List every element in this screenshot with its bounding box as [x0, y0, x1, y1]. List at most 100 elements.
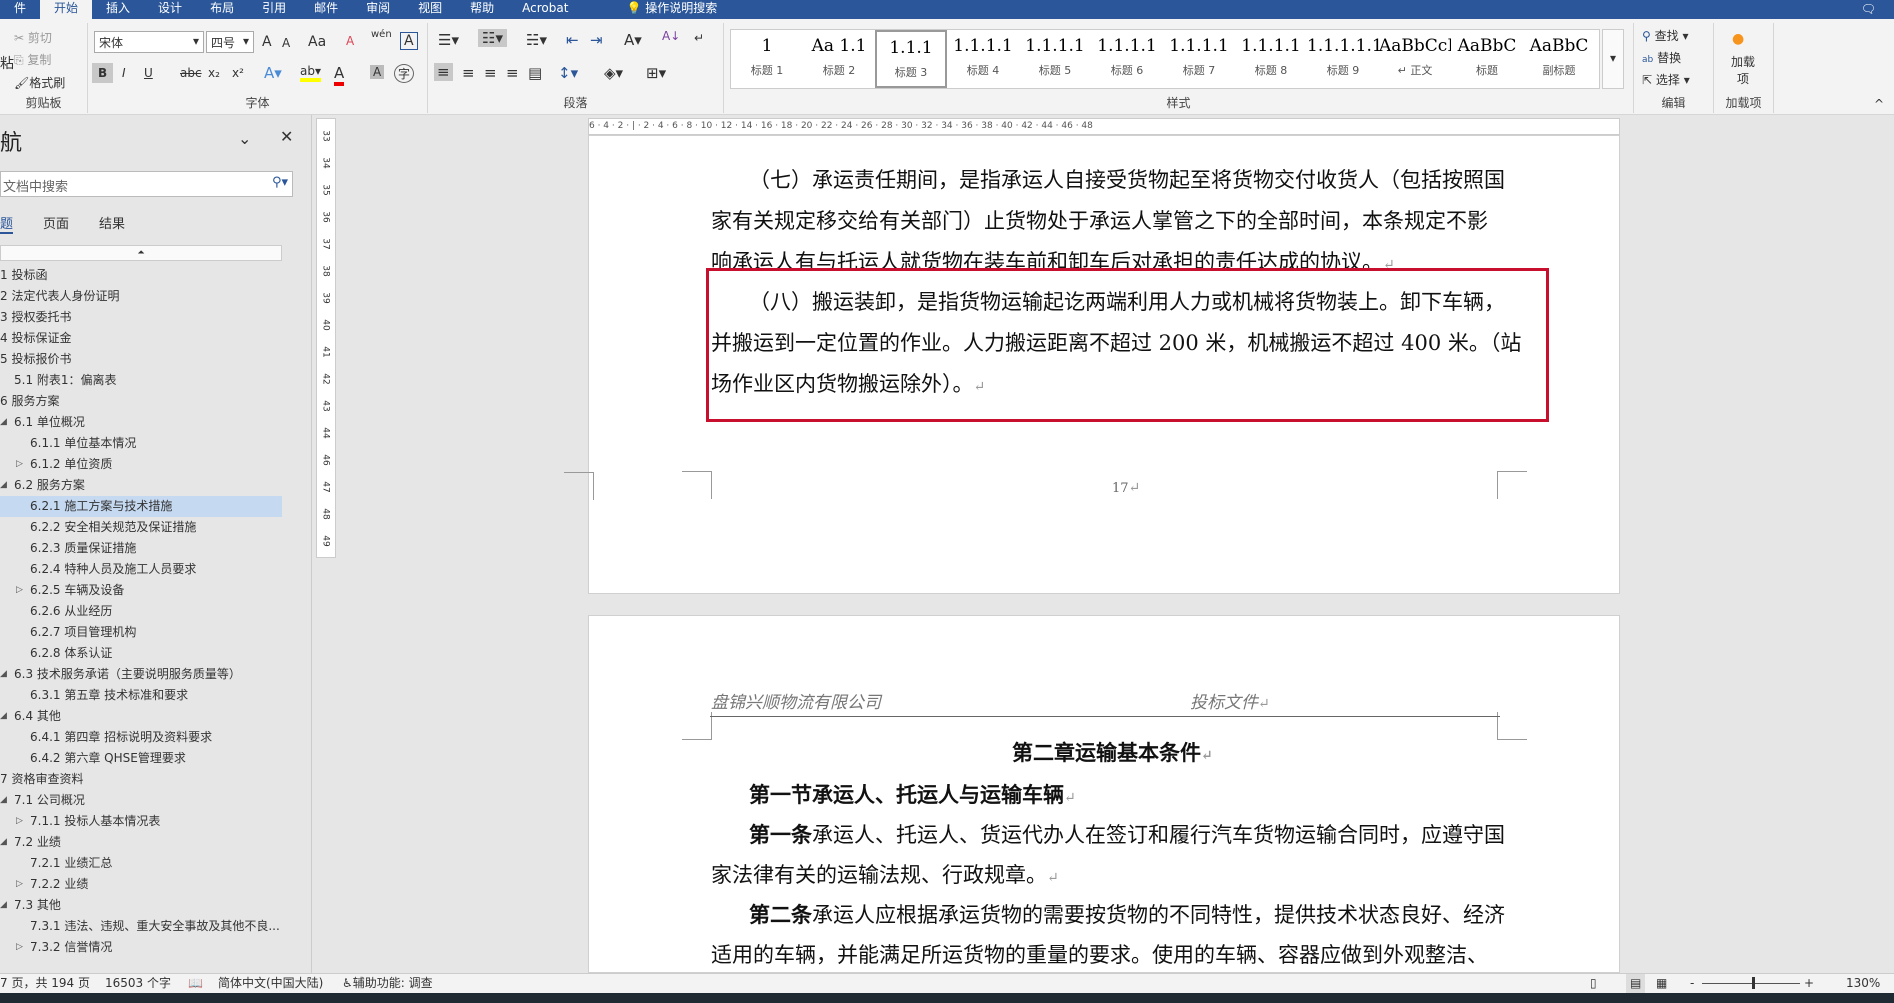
char-border-button[interactable]: A — [400, 32, 418, 50]
font-color-icon[interactable]: A — [334, 64, 345, 86]
expanded-triangle-icon[interactable]: ◢ — [0, 832, 7, 853]
underline-button[interactable]: U — [144, 66, 153, 80]
tab-headings[interactable]: 题 — [0, 213, 14, 234]
change-case-button[interactable]: Aa — [308, 34, 326, 50]
tab-4[interactable]: 布局 — [196, 0, 248, 19]
nav-heading-item[interactable]: 3 授权委托书 — [0, 307, 282, 328]
shading-icon[interactable]: ◈▾ — [604, 64, 623, 82]
cut-button[interactable]: ✂ 剪切 — [14, 29, 52, 46]
nav-heading-item[interactable]: 6.2.3 质量保证措施 — [0, 538, 282, 559]
nav-heading-item[interactable]: 7 资格审查资料 — [0, 769, 282, 790]
tab-5[interactable]: 引用 — [248, 0, 300, 19]
search-icon[interactable]: ⚲▾ — [272, 175, 288, 190]
collapsed-triangle-icon[interactable]: ▷ — [16, 811, 23, 832]
clear-format-icon[interactable]: A — [346, 34, 354, 48]
tell-me-search[interactable]: 💡 操作说明搜索 — [612, 0, 731, 19]
addins-button[interactable]: 加载项 — [1726, 53, 1760, 87]
nav-heading-item[interactable]: 6.2.1 施工方案与技术措施 — [0, 496, 282, 517]
nav-heading-item[interactable]: 7.2.1 业绩汇总 — [0, 853, 282, 874]
language-status[interactable]: 简体中文(中国大陆) — [218, 974, 323, 993]
expanded-triangle-icon[interactable]: ◢ — [0, 790, 7, 811]
sort-icon[interactable]: A↓ — [662, 29, 680, 43]
web-layout-icon[interactable]: ▦ — [1656, 974, 1667, 993]
style-item[interactable]: 1.1.1 标题 3 — [875, 30, 947, 88]
print-layout-icon[interactable]: ▤ — [1626, 974, 1646, 993]
style-item[interactable]: 1.1.1.1 标题 5 — [1019, 30, 1091, 88]
align-right-icon[interactable]: ≡ — [484, 64, 497, 82]
tab-10[interactable]: Acrobat — [508, 0, 582, 19]
expanded-triangle-icon[interactable]: ◢ — [0, 475, 7, 496]
paste-button[interactable]: 粘 — [0, 53, 14, 73]
tab-pages[interactable]: 页面 — [43, 213, 69, 234]
distributed-icon[interactable]: ▤ — [528, 64, 542, 82]
style-item[interactable]: AaBbCcDdE ↵ 正文 — [1379, 30, 1451, 88]
align-center-icon[interactable]: ≡ — [462, 64, 475, 82]
nav-heading-item[interactable]: 6.2.2 安全相关规范及保证措施 — [0, 517, 282, 538]
nav-heading-item[interactable]: 6.4.2 第六章 QHSE管理要求 — [0, 748, 282, 769]
replace-button[interactable]: ab 替换 — [1642, 49, 1681, 66]
decrease-indent-icon[interactable]: ⇤ — [566, 31, 579, 49]
char-shading-icon[interactable]: A — [370, 65, 385, 79]
nav-heading-item[interactable]: ◢ 6.2 服务方案 — [0, 475, 282, 496]
align-left-icon[interactable]: ≡ — [434, 63, 453, 81]
nav-heading-item[interactable]: 1 投标函 — [0, 265, 282, 286]
word-count[interactable]: 16503 个字 — [105, 974, 171, 993]
expanded-triangle-icon[interactable]: ◢ — [0, 706, 7, 727]
highlight-color-icon[interactable]: ab▾ — [300, 64, 321, 82]
zoom-out-button[interactable]: - — [1690, 974, 1694, 993]
bullets-icon[interactable]: ☰▾ — [438, 31, 459, 49]
nav-heading-item[interactable]: 6.2.8 体系认证 — [0, 643, 282, 664]
line-spacing-icon[interactable]: ↕▾ — [558, 64, 578, 82]
nav-heading-item[interactable]: ▷ 7.2.2 业绩 — [0, 874, 282, 895]
nav-heading-item[interactable]: ◢ 6.1 单位概况 — [0, 412, 282, 433]
show-marks-icon[interactable]: ↵ — [694, 31, 704, 45]
tab-7[interactable]: 审阅 — [352, 0, 404, 19]
tab-9[interactable]: 帮助 — [456, 0, 508, 19]
nav-search-input[interactable]: 文档中搜索 ⚲▾ — [0, 171, 293, 197]
shrink-font-button[interactable]: A — [282, 36, 290, 50]
nav-heading-item[interactable]: ◢ 7.2 业绩 — [0, 832, 282, 853]
phonetic-guide-button[interactable]: wén — [371, 29, 392, 40]
collapsed-triangle-icon[interactable]: ▷ — [16, 454, 23, 475]
scroll-up-button[interactable]: ⏶ — [0, 245, 282, 261]
text-effects-icon[interactable]: A▾ — [264, 64, 282, 82]
zoom-slider-thumb[interactable] — [1752, 977, 1755, 989]
styles-more-button[interactable]: ▾ — [1602, 29, 1624, 89]
style-item[interactable]: AaBbC 标题 — [1451, 30, 1523, 88]
nav-heading-item[interactable]: ◢ 6.3 技术服务承诺（主要说明服务质量等） — [0, 664, 282, 685]
addins-icon[interactable]: ● — [1732, 31, 1744, 47]
enclose-char-icon[interactable]: 字 — [394, 64, 415, 83]
nav-heading-item[interactable]: ▷ 6.1.2 单位资质 — [0, 454, 282, 475]
nav-heading-item[interactable]: ◢ 6.4 其他 — [0, 706, 282, 727]
justify-icon[interactable]: ≡ — [506, 64, 519, 82]
grow-font-button[interactable]: A — [262, 34, 272, 50]
select-button[interactable]: ⇱ 选择 ▾ — [1642, 71, 1690, 88]
expanded-triangle-icon[interactable]: ◢ — [0, 664, 7, 685]
close-icon[interactable]: ✕ — [280, 127, 293, 146]
nav-heading-item[interactable]: ◢ 7.3 其他 — [0, 895, 282, 916]
nav-heading-item[interactable]: 5.1 附表1：偏离表 — [0, 370, 282, 391]
style-item[interactable]: 1.1.1.1 标题 4 — [947, 30, 1019, 88]
superscript-button[interactable]: x² — [232, 66, 244, 80]
nav-heading-item[interactable]: 6.1.1 单位基本情况 — [0, 433, 282, 454]
nav-heading-item[interactable]: 6.4.1 第四章 招标说明及资料要求 — [0, 727, 282, 748]
nav-options-chevron-icon[interactable]: ⌄ — [238, 129, 251, 148]
nav-heading-item[interactable]: 7.3.1 违法、违规、重大安全事故及其他不良... — [0, 916, 282, 937]
tab-8[interactable]: 视图 — [404, 0, 456, 19]
style-item[interactable]: 1.1.1.1 标题 8 — [1235, 30, 1307, 88]
expanded-triangle-icon[interactable]: ◢ — [0, 895, 7, 916]
subscript-button[interactable]: x₂ — [208, 66, 220, 80]
expanded-triangle-icon[interactable]: ◢ — [0, 412, 7, 433]
find-button[interactable]: ⚲ 查找 ▾ — [1642, 27, 1688, 44]
increase-indent-icon[interactable]: ⇥ — [590, 31, 603, 49]
collapsed-triangle-icon[interactable]: ▷ — [16, 937, 23, 958]
style-item[interactable]: 1.1.1.1.1.1 标题 9 — [1307, 30, 1379, 88]
collapse-ribbon-icon[interactable]: ^ — [1874, 97, 1884, 111]
page-count[interactable]: 7 页，共 194 页 — [0, 974, 90, 993]
tab-1[interactable]: 开始 — [40, 0, 93, 19]
style-item[interactable]: 1.1.1.1 标题 6 — [1091, 30, 1163, 88]
strikethrough-button[interactable]: abc — [180, 66, 202, 80]
tab-0[interactable]: 件 — [0, 0, 40, 19]
nav-heading-item[interactable]: 4 投标保证金 — [0, 328, 282, 349]
numbering-icon[interactable]: ☷▾ — [478, 29, 507, 47]
